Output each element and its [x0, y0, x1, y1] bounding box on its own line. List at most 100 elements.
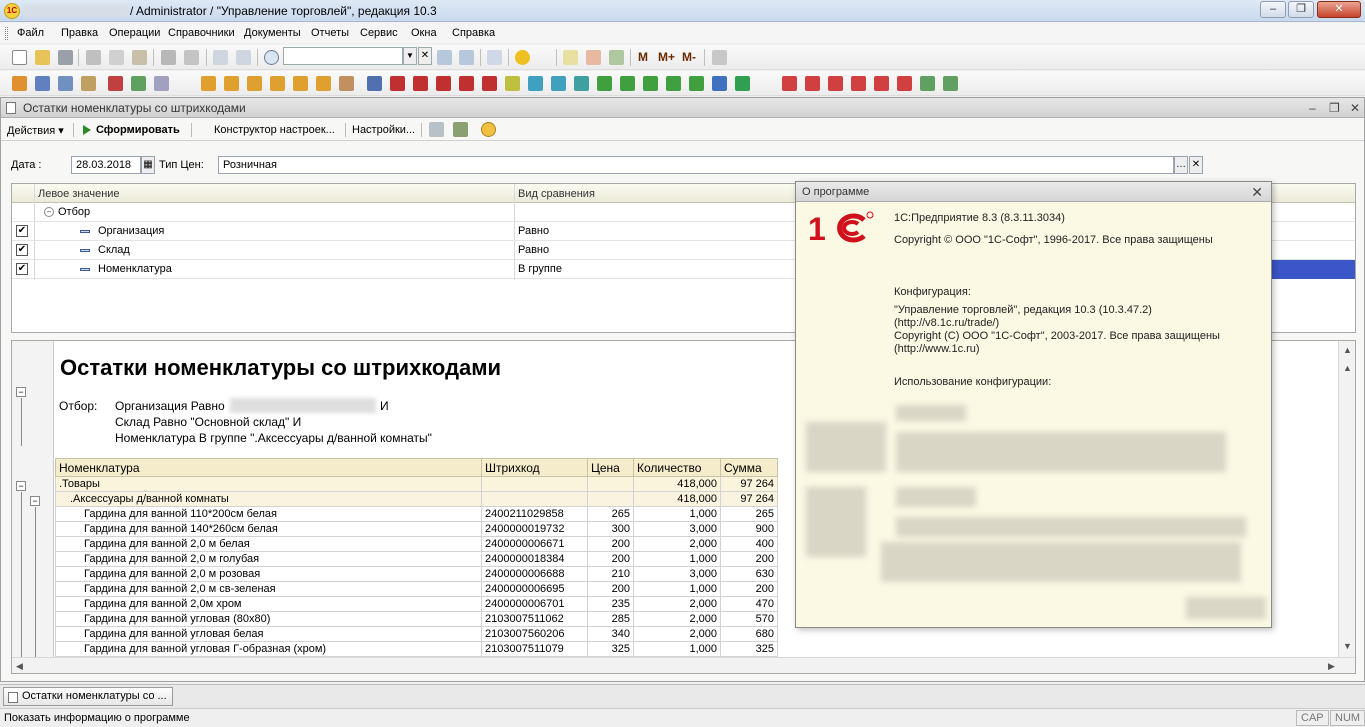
filter-checkbox[interactable]: ✔	[16, 244, 28, 256]
info-icon[interactable]	[515, 50, 530, 65]
doc-close-button[interactable]: ✕	[1350, 101, 1360, 115]
contract-icon[interactable]	[782, 76, 797, 91]
goods-group-toggle[interactable]: −	[16, 481, 26, 491]
copy-icon[interactable]	[109, 50, 124, 65]
calendar-icon[interactable]	[586, 50, 601, 65]
find-prev-icon[interactable]	[459, 50, 474, 65]
receipt-icon[interactable]	[482, 76, 497, 91]
menu-documents[interactable]: Документы	[244, 27, 301, 39]
inventory-icon[interactable]	[293, 76, 308, 91]
generate-button[interactable]: Сформировать	[96, 124, 180, 136]
maximize-button[interactable]: ❐	[1288, 1, 1314, 18]
price-type-clear-button[interactable]: ✕	[1189, 156, 1203, 174]
export-icon[interactable]	[528, 76, 543, 91]
table-row-group[interactable]: .Товары 418,000 97 264	[55, 476, 778, 492]
bank-out-icon[interactable]	[436, 76, 451, 91]
search-dropdown-button[interactable]: ▼	[403, 47, 417, 65]
employee-icon[interactable]	[851, 76, 866, 91]
date-field[interactable]: 28.03.2018	[71, 156, 141, 174]
col-compare-type[interactable]: Вид сравнения	[518, 188, 595, 200]
actions-menu-button[interactable]: Действия ▾	[7, 124, 64, 137]
about-config-site[interactable]: (http://www.1c.ru)	[894, 343, 980, 355]
orders-icon[interactable]	[81, 76, 96, 91]
filter-checkbox[interactable]: ✔	[16, 225, 28, 237]
users-icon[interactable]	[609, 50, 624, 65]
new-icon[interactable]	[12, 50, 27, 65]
barcode-icon[interactable]	[666, 76, 681, 91]
save-icon[interactable]	[58, 50, 73, 65]
help-icon[interactable]	[481, 122, 496, 137]
search-input[interactable]	[283, 47, 403, 65]
menu-reports[interactable]: Отчеты	[311, 27, 349, 39]
table-row[interactable]: Гардина для ванной 2,0 м голубая 2400000…	[55, 551, 778, 567]
calculator-icon[interactable]	[563, 50, 578, 65]
task-tab-report[interactable]: Остатки номенклатуры со ...	[3, 687, 173, 706]
pricing-icon[interactable]	[339, 76, 354, 91]
import-icon[interactable]	[551, 76, 566, 91]
menu-service[interactable]: Сервис	[360, 27, 398, 39]
redo-icon[interactable]	[236, 50, 251, 65]
people-icon[interactable]	[108, 76, 123, 91]
collapse-icon[interactable]: −	[44, 207, 54, 217]
memory-button[interactable]: M	[638, 50, 648, 64]
undo-icon[interactable]	[213, 50, 228, 65]
doc-minimize-button[interactable]: ‒	[1309, 101, 1316, 115]
reports-icon[interactable]	[643, 76, 658, 91]
col-left-value[interactable]: Левое значение	[38, 188, 120, 200]
table-row[interactable]: Гардина для ванной угловая Г-образная (х…	[55, 641, 778, 657]
payment-icon[interactable]	[459, 76, 474, 91]
menu-help[interactable]: Справка	[452, 27, 495, 39]
save-settings-icon[interactable]	[429, 122, 444, 137]
window-icon[interactable]	[487, 50, 502, 65]
vertical-scrollbar[interactable]: ▲ ▲ ▼	[1338, 341, 1355, 673]
scroll-right-arrow[interactable]: ▶	[1328, 661, 1335, 672]
cut-icon[interactable]	[86, 50, 101, 65]
paste-icon[interactable]	[132, 50, 147, 65]
about-config-url[interactable]: (http://v8.1c.ru/trade/)	[894, 317, 999, 329]
check-icon[interactable]	[505, 76, 520, 91]
add-goods-icon[interactable]	[597, 76, 612, 91]
labels-icon[interactable]	[689, 76, 704, 91]
price-type-select-button[interactable]: …	[1174, 156, 1188, 174]
database-icon[interactable]	[735, 76, 750, 91]
writeoff-icon[interactable]	[316, 76, 331, 91]
find-next-icon[interactable]	[437, 50, 452, 65]
journal-icon[interactable]	[12, 76, 27, 91]
menu-catalogs[interactable]: Справочники	[168, 27, 235, 39]
sale-icon[interactable]	[224, 76, 239, 91]
memory-minus-button[interactable]: M-	[682, 50, 696, 64]
goods-icon[interactable]	[620, 76, 635, 91]
chart-icon[interactable]	[131, 76, 146, 91]
supplier-icon[interactable]	[828, 76, 843, 91]
menu-edit[interactable]: Правка	[61, 27, 98, 39]
table-row-subgroup[interactable]: .Аксессуары д/ванной комнаты 418,000 97 …	[55, 491, 778, 507]
cash-in-icon[interactable]	[367, 76, 382, 91]
print-preview-icon[interactable]	[184, 50, 199, 65]
doc-maximize-button[interactable]: ❐	[1329, 101, 1340, 115]
search-clear-button[interactable]: ✕	[418, 47, 432, 65]
about-close-icon[interactable]: ✕	[1251, 184, 1263, 201]
sync-icon[interactable]	[574, 76, 589, 91]
selected-cell[interactable]	[1271, 260, 1355, 279]
client-icon[interactable]	[805, 76, 820, 91]
menu-windows[interactable]: Окна	[411, 27, 437, 39]
event-icon[interactable]	[897, 76, 912, 91]
open-icon[interactable]	[35, 50, 50, 65]
table-row[interactable]: Гардина для ванной 2,0 м св-зеленая 2400…	[55, 581, 778, 597]
constructor-button[interactable]: Конструктор настроек...	[214, 124, 335, 136]
price-type-field[interactable]: Розничная	[218, 156, 1174, 174]
blurred-ok-button[interactable]	[1186, 597, 1266, 619]
minimize-button[interactable]: ‒	[1260, 1, 1286, 18]
edit-icon[interactable]	[943, 76, 958, 91]
header-group-toggle[interactable]: −	[16, 387, 26, 397]
transfer-icon[interactable]	[270, 76, 285, 91]
scroll-down-arrow[interactable]: ▼	[1343, 641, 1352, 651]
purchase-icon[interactable]	[201, 76, 216, 91]
scroll-left-arrow[interactable]: ◀	[16, 661, 23, 672]
table-row[interactable]: Гардина для ванной 2,0 м розовая 2400000…	[55, 566, 778, 582]
table-row[interactable]: Гардина для ванной угловая белая 2103007…	[55, 626, 778, 642]
invoices-icon[interactable]	[58, 76, 73, 91]
table-row[interactable]: Гардина для ванной угловая (80x80) 21030…	[55, 611, 778, 627]
table-row[interactable]: Гардина для ванной 140*260см белая 24000…	[55, 521, 778, 537]
cash-out-icon[interactable]	[390, 76, 405, 91]
